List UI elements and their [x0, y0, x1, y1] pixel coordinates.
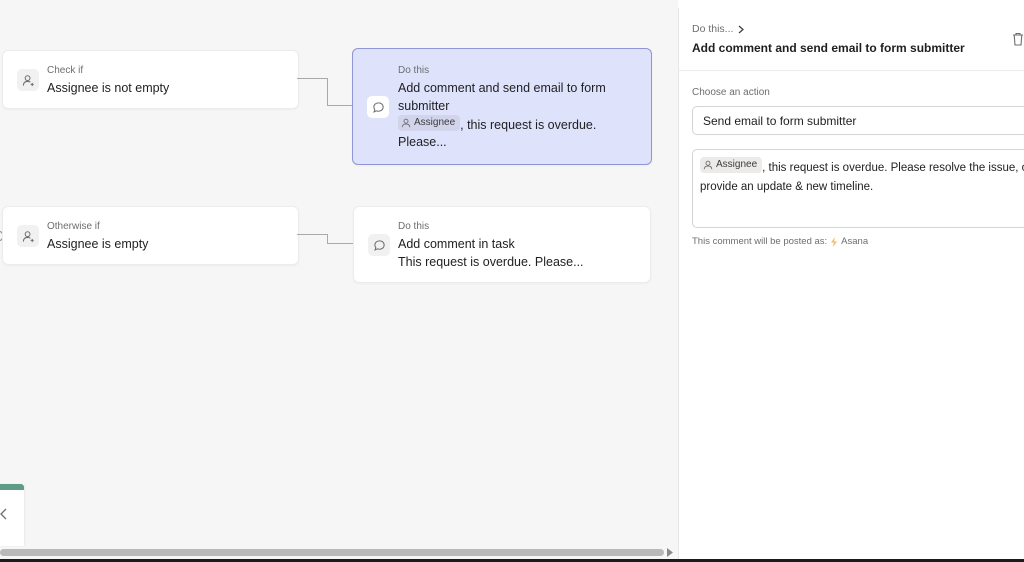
user-icon — [401, 118, 411, 128]
condition-card-check-if[interactable]: Check if Assignee is not empty — [2, 50, 299, 109]
posted-as-prefix: This comment will be posted as: — [692, 236, 828, 247]
breadcrumb[interactable]: Do this... — [692, 23, 745, 35]
posted-as-note: This comment will be posted as: Asana — [692, 236, 868, 247]
assignee-chip-label: Assignee — [414, 117, 456, 128]
user-icon — [703, 160, 713, 170]
chevron-left-icon[interactable] — [0, 508, 8, 520]
action-preview-line: Assignee , this request is overdue. — [398, 115, 596, 134]
assignee-chip-label: Assignee — [716, 159, 758, 170]
comment-icon — [368, 234, 390, 256]
action-title-line2: submitter — [398, 99, 450, 113]
condition-prefix: Check if — [47, 65, 84, 76]
lightning-icon — [831, 236, 838, 247]
panel-title: Add comment and send email to form submi… — [692, 41, 965, 55]
breadcrumb-label: Do this... — [692, 23, 734, 35]
action-select-value: Send email to form submitter — [703, 114, 857, 128]
scroll-right-arrow-icon[interactable] — [667, 548, 673, 557]
action-preview-line2: Please... — [398, 135, 447, 149]
workflow-canvas[interactable]: Check if Assignee is not empty Do this A… — [0, 0, 678, 562]
condition-prefix: Otherwise if — [47, 221, 100, 232]
action-prefix: Do this — [398, 65, 430, 76]
message-line2: provide an update & new timeline. — [700, 181, 874, 193]
action-prefix: Do this — [398, 221, 430, 232]
action-title-line1: Add comment and send email to form — [398, 81, 606, 95]
action-select[interactable]: Send email to form submitter — [692, 106, 1024, 135]
widget-accent — [0, 484, 24, 490]
connector-line-1 — [297, 78, 327, 79]
action-details-panel: Do this... Add comment and send email to… — [678, 8, 1024, 562]
choose-action-label: Choose an action — [692, 87, 770, 98]
action-card-add-comment[interactable]: Do this Add comment in task This request… — [353, 206, 651, 283]
connector-line-1-end — [327, 105, 353, 106]
condition-text: Assignee is empty — [47, 237, 149, 251]
comment-message-input[interactable]: Assignee , this request is overdue. Plea… — [692, 149, 1024, 228]
action-title: Add comment in task — [398, 237, 515, 251]
connector-line-2-end — [327, 243, 353, 244]
connector-line-2-vertical — [327, 234, 328, 243]
connector-line-1-vertical — [327, 78, 328, 105]
chevron-right-icon — [739, 25, 745, 33]
condition-card-otherwise-if[interactable]: Otherwise if Assignee is empty — [2, 206, 299, 265]
user-plus-icon — [17, 69, 39, 91]
assignee-chip: Assignee — [398, 115, 461, 131]
action-preview-suffix: , this request is overdue. — [460, 118, 597, 132]
panel-header-divider — [679, 70, 1024, 71]
action-card-add-comment-send-email[interactable]: Do this Add comment and send email to fo… — [352, 48, 652, 165]
comment-icon — [367, 96, 389, 118]
posted-as-name: Asana — [841, 236, 869, 247]
message-line1-text: , this request is overdue. Please resolv… — [762, 162, 1024, 174]
assignee-chip[interactable]: Assignee — [700, 157, 763, 173]
connector-line-2 — [297, 234, 327, 235]
trash-icon[interactable] — [1012, 32, 1024, 46]
condition-text: Assignee is not empty — [47, 81, 170, 95]
user-plus-icon — [17, 225, 39, 247]
collapsed-side-widget[interactable] — [0, 484, 24, 546]
horizontal-scrollbar[interactable] — [0, 549, 664, 556]
action-preview: This request is overdue. Please... — [398, 255, 584, 269]
message-line1: Assignee , this request is overdue. Plea… — [700, 157, 1024, 178]
